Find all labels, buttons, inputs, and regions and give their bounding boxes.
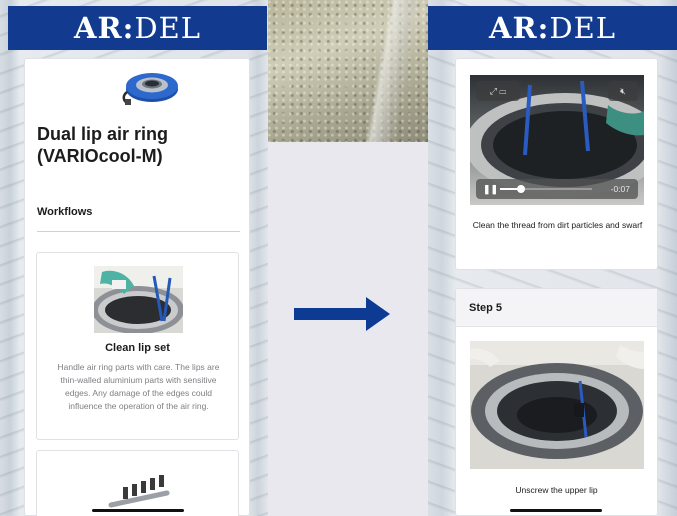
- pause-icon[interactable]: ❚❚: [483, 184, 498, 195]
- step-photo: [470, 341, 644, 469]
- workflows-heading: Workflows: [37, 206, 93, 218]
- left-phone-screen: AR:DEL Dual lip air ring (VARIOcool-M) W…: [8, 0, 267, 516]
- background-photo-granite: [268, 0, 428, 142]
- divider: [37, 231, 240, 232]
- video-fullscreen-button[interactable]: ⤢ ▭: [476, 81, 520, 101]
- workflow-title: Clean lip set: [105, 342, 170, 354]
- picture-in-picture-icon: ▭: [499, 86, 507, 96]
- mute-icon: 🔇︎: [620, 86, 626, 96]
- workflow-description: Handle air ring parts with care. The lip…: [57, 362, 220, 411]
- product-title: Dual lip air ring (VARIOcool-M): [37, 124, 169, 166]
- video-step-card: ⤢ ▭ 🔇︎ ❚❚ -0:07 Clean the thread from di…: [455, 58, 658, 270]
- video-caption: Clean the thread from dirt particles and…: [472, 220, 643, 230]
- step-card: Step 5 Unscrew the upper lip: [455, 288, 658, 516]
- step-caption: Unscrew the upper lip: [515, 485, 598, 495]
- right-phone-screen: AR:DEL ⤢ ▭ 🔇︎ ❚❚ -0:07 Clean the thread …: [428, 0, 677, 516]
- video-time: -0:07: [610, 184, 630, 194]
- workflow-card-clean-lip-set[interactable]: Clean lip set Handle air ring parts with…: [36, 252, 239, 440]
- air-ring-image: [122, 73, 178, 105]
- home-indicator: [510, 509, 602, 512]
- arrow-right-icon: [294, 297, 390, 331]
- expand-icon: ⤢: [489, 86, 497, 96]
- video-scrubber[interactable]: [500, 185, 592, 193]
- brand-logo: AR:DEL: [8, 6, 267, 50]
- video-mute-button[interactable]: 🔇︎: [608, 81, 638, 101]
- workflow-card-2[interactable]: [36, 450, 239, 516]
- step-label: Step 5: [456, 289, 657, 327]
- video-player[interactable]: ⤢ ▭ 🔇︎ ❚❚ -0:07: [470, 75, 644, 205]
- workflow-photo-tools: [108, 475, 170, 508]
- brand-logo: AR:DEL: [428, 6, 677, 50]
- workflow-photo: [94, 266, 183, 333]
- video-controls: ❚❚ -0:07: [476, 179, 638, 199]
- home-indicator: [92, 509, 184, 512]
- video-scrubber-knob[interactable]: [517, 185, 526, 193]
